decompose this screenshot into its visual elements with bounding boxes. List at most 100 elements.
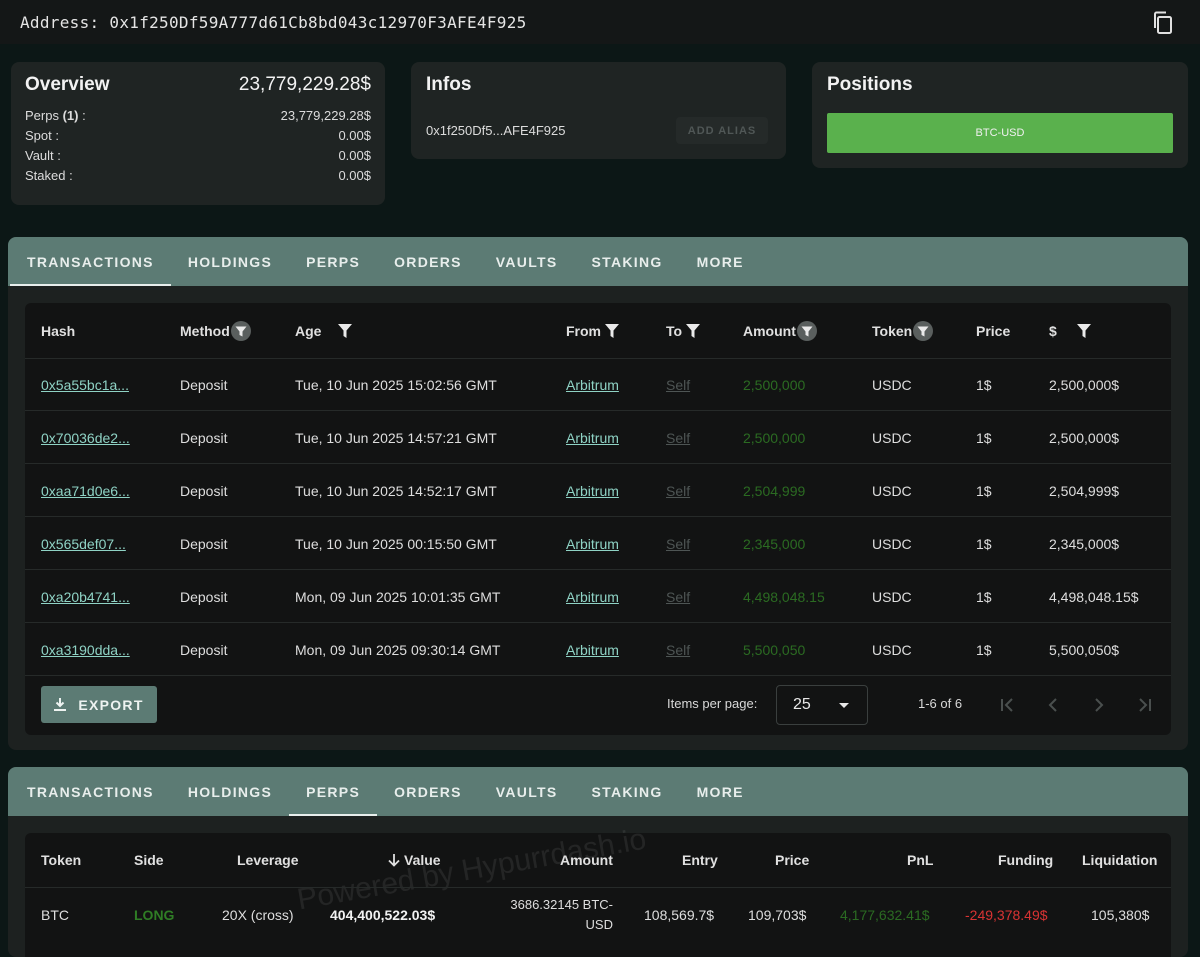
tab-orders[interactable]: ORDERS xyxy=(377,767,479,816)
col-amount[interactable]: Amount xyxy=(743,303,817,358)
wallet-address: Address: 0x1f250Df59A777d61Cb8bd043c1297… xyxy=(20,12,527,32)
transactions-table: Hash Method Age From To Amount Token Pri… xyxy=(25,303,1171,735)
tx-method: Deposit xyxy=(180,377,228,393)
tab-vaults[interactable]: VAULTS xyxy=(479,237,575,286)
page-range: 1-6 of 6 xyxy=(918,696,963,711)
tx-age: Mon, 09 Jun 2025 10:01:35 GMT xyxy=(295,589,501,605)
overview-label-suffix: : xyxy=(78,108,86,123)
last-page-icon[interactable] xyxy=(1135,695,1155,715)
col-from[interactable]: From xyxy=(566,303,619,358)
table-row: 0x5a55bc1a... Deposit Tue, 10 Jun 2025 1… xyxy=(25,359,1171,411)
tx-hash-link[interactable]: 0x565def07... xyxy=(41,518,126,570)
overview-row-staked: Staked : 0.00$ xyxy=(25,166,371,186)
overview-row-spot: Spot : 0.00$ xyxy=(25,126,371,146)
tx-hash-link[interactable]: 0xa3190dda... xyxy=(41,624,130,676)
tx-amount: 2,345,000 xyxy=(743,536,806,552)
tx-token: USDC xyxy=(872,642,912,658)
tab-vaults[interactable]: VAULTS xyxy=(479,767,575,816)
add-alias-button[interactable]: ADD ALIAS xyxy=(676,117,768,144)
tx-method: Deposit xyxy=(180,483,228,499)
perp-value: 404,400,522.03$ xyxy=(330,907,436,923)
perp-amount: 3686.32145 BTC- USD xyxy=(509,889,613,941)
tab-holdings[interactable]: HOLDINGS xyxy=(171,237,289,286)
tx-to-link[interactable]: Self xyxy=(666,465,690,517)
tx-amount: 2,504,999 xyxy=(743,483,806,499)
tx-from-link[interactable]: Arbitrum xyxy=(566,465,619,517)
perp-price: 109,703$ xyxy=(748,907,807,923)
tab-bar: TRANSACTIONS HOLDINGS PERPS ORDERS VAULT… xyxy=(8,767,1188,816)
first-page-icon[interactable] xyxy=(997,695,1017,715)
col-token[interactable]: Token xyxy=(872,303,934,358)
position-btc-usd-button[interactable]: BTC-USD xyxy=(827,113,1173,153)
transactions-panel: TRANSACTIONS HOLDINGS PERPS ORDERS VAULT… xyxy=(8,237,1188,750)
tab-transactions[interactable]: TRANSACTIONS xyxy=(10,237,171,286)
tx-from-link[interactable]: Arbitrum xyxy=(566,571,619,623)
overview-row-vault: Vault : 0.00$ xyxy=(25,146,371,166)
col-usd[interactable]: $ xyxy=(1049,303,1091,358)
header-divider xyxy=(25,887,1171,888)
overview-label-count: (1) xyxy=(62,108,79,123)
perp-amount-line2: USD xyxy=(585,917,613,932)
export-button[interactable]: EXPORT xyxy=(41,686,157,723)
tab-holdings[interactable]: HOLDINGS xyxy=(171,767,289,816)
filter-icon[interactable] xyxy=(605,323,619,338)
overview-label: Spot : xyxy=(25,128,59,143)
tx-hash-link[interactable]: 0xa20b4741... xyxy=(41,571,130,623)
filter-icon[interactable] xyxy=(913,320,934,341)
tx-token: USDC xyxy=(872,430,912,446)
overview-row-perps: Perps (1) : 23,779,229.28$ xyxy=(25,106,371,126)
tab-more[interactable]: MORE xyxy=(680,237,761,286)
tx-age: Tue, 10 Jun 2025 14:52:17 GMT xyxy=(295,483,497,499)
tx-token: USDC xyxy=(872,589,912,605)
tx-hash-link[interactable]: 0x70036de2... xyxy=(41,412,130,464)
col-age[interactable]: Age xyxy=(295,303,353,358)
tab-transactions[interactable]: TRANSACTIONS xyxy=(10,767,171,816)
perp-entry: 108,569.7$ xyxy=(644,907,715,923)
tx-to-link[interactable]: Self xyxy=(666,571,690,623)
next-page-icon[interactable] xyxy=(1089,695,1109,715)
filter-icon[interactable] xyxy=(1076,323,1091,338)
address-bar: Address: 0x1f250Df59A777d61Cb8bd043c1297… xyxy=(0,0,1200,44)
items-per-page-label: Items per page: xyxy=(667,696,758,711)
tx-from-link[interactable]: Arbitrum xyxy=(566,624,619,676)
tx-hash-link[interactable]: 0x5a55bc1a... xyxy=(41,359,129,411)
col-to[interactable]: To xyxy=(666,303,701,358)
overview-value: 0.00$ xyxy=(338,148,371,163)
tx-hash-link[interactable]: 0xaa71d0e6... xyxy=(41,465,130,517)
filter-icon[interactable] xyxy=(338,323,353,338)
tx-price: 1$ xyxy=(976,589,992,605)
tab-more[interactable]: MORE xyxy=(680,767,761,816)
copy-icon[interactable] xyxy=(1152,11,1174,35)
col-method[interactable]: Method xyxy=(180,303,251,358)
tx-usd: 2,500,000$ xyxy=(1049,430,1120,446)
filter-icon[interactable] xyxy=(686,323,701,338)
tab-staking[interactable]: STAKING xyxy=(575,767,680,816)
tx-from-link[interactable]: Arbitrum xyxy=(566,359,619,411)
infos-card: Infos 0x1f250Df5...AFE4F925 xyxy=(411,62,786,159)
tab-perps[interactable]: PERPS xyxy=(289,237,377,286)
tab-staking[interactable]: STAKING xyxy=(575,237,680,286)
tx-to-link[interactable]: Self xyxy=(666,359,690,411)
tx-amount: 2,500,000 xyxy=(743,377,806,393)
short-address: 0x1f250Df5...AFE4F925 xyxy=(426,123,566,138)
table-row: 0xa3190dda... Deposit Mon, 09 Jun 2025 0… xyxy=(25,624,1171,676)
filter-icon[interactable] xyxy=(230,320,251,341)
col-amount: Amount xyxy=(560,852,613,868)
tx-to-link[interactable]: Self xyxy=(666,518,690,570)
tx-to-link[interactable]: Self xyxy=(666,412,690,464)
tx-from-link[interactable]: Arbitrum xyxy=(566,412,619,464)
table-row: 0xaa71d0e6... Deposit Tue, 10 Jun 2025 1… xyxy=(25,465,1171,517)
prev-page-icon[interactable] xyxy=(1043,695,1063,715)
filter-icon[interactable] xyxy=(796,320,817,341)
overview-label: Staked : xyxy=(25,168,73,183)
tx-to-link[interactable]: Self xyxy=(666,624,690,676)
tx-price: 1$ xyxy=(976,483,992,499)
items-per-page-select[interactable]: 25 xyxy=(776,685,868,725)
tab-orders[interactable]: ORDERS xyxy=(377,237,479,286)
table-row: 0x565def07... Deposit Tue, 10 Jun 2025 0… xyxy=(25,518,1171,570)
tx-from-link[interactable]: Arbitrum xyxy=(566,518,619,570)
col-value[interactable]: Value xyxy=(387,833,441,887)
tx-usd: 4,498,048.15$ xyxy=(1049,589,1139,605)
tx-token: USDC xyxy=(872,377,912,393)
tab-perps[interactable]: PERPS xyxy=(289,767,378,816)
